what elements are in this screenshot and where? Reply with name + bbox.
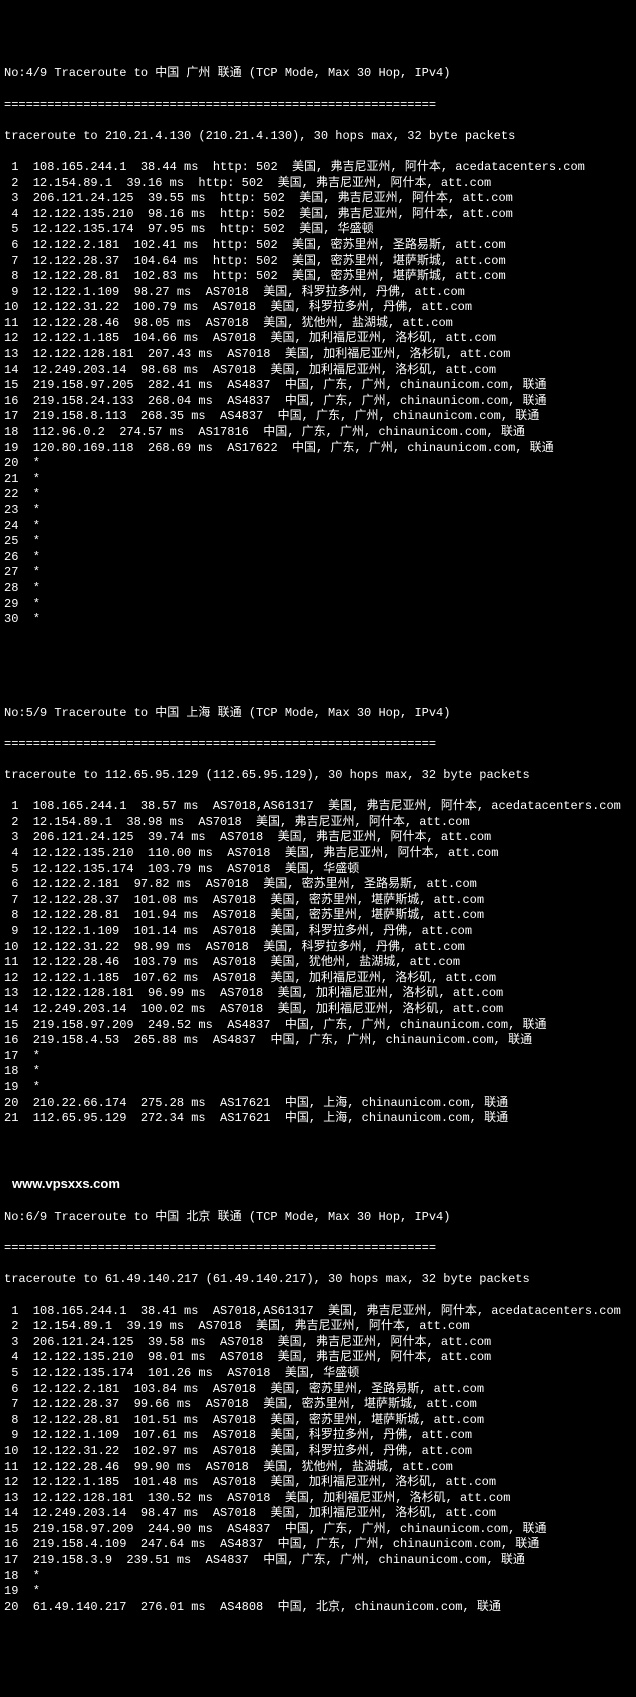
- hop-row: 4 12.122.135.210 98.16 ms http: 502 美国, …: [4, 207, 632, 223]
- block4-header: No:4/9 Traceroute to 中国 广州 联通 (TCP Mode,…: [4, 66, 632, 82]
- block5-direction: traceroute to 112.65.95.129 (112.65.95.1…: [4, 768, 632, 784]
- hop-row: 10 12.122.31.22 98.99 ms AS7018 美国, 科罗拉多…: [4, 940, 632, 956]
- hop-row: 10 12.122.31.22 102.97 ms AS7018 美国, 科罗拉…: [4, 1444, 632, 1460]
- hop-row: 12 12.122.1.185 101.48 ms AS7018 美国, 加利福…: [4, 1475, 632, 1491]
- hop-row: 21 *: [4, 472, 632, 488]
- block6-direction: traceroute to 61.49.140.217 (61.49.140.2…: [4, 1272, 632, 1288]
- hop-row: 17 219.158.8.113 268.35 ms AS4837 中国, 广东…: [4, 409, 632, 425]
- hop-row: 6 12.122.2.181 102.41 ms http: 502 美国, 密…: [4, 238, 632, 254]
- block4-direction: traceroute to 210.21.4.130 (210.21.4.130…: [4, 129, 632, 145]
- blank-line: [4, 675, 632, 691]
- hop-row: 28 *: [4, 581, 632, 597]
- hop-row: 19 *: [4, 1080, 632, 1096]
- hop-row: 1 108.165.244.1 38.57 ms AS7018,AS61317 …: [4, 799, 632, 815]
- hop-row: 25 *: [4, 534, 632, 550]
- hop-row: 9 12.122.1.109 107.61 ms AS7018 美国, 科罗拉多…: [4, 1428, 632, 1444]
- hop-row: 16 219.158.24.133 268.04 ms AS4837 中国, 广…: [4, 394, 632, 410]
- hop-row: 14 12.249.203.14 100.02 ms AS7018 美国, 加利…: [4, 1002, 632, 1018]
- hop-row: 12 12.122.1.185 104.66 ms AS7018 美国, 加利福…: [4, 331, 632, 347]
- hop-row: 22 *: [4, 487, 632, 503]
- hop-row: 18 *: [4, 1569, 632, 1585]
- hop-row: 15 219.158.97.209 249.52 ms AS4837 中国, 广…: [4, 1018, 632, 1034]
- block5-separator: ========================================…: [4, 737, 632, 753]
- hop-row: 23 *: [4, 503, 632, 519]
- hop-row: 29 *: [4, 597, 632, 613]
- hop-row: 4 12.122.135.210 110.00 ms AS7018 美国, 弗吉…: [4, 846, 632, 862]
- blank-line: [4, 1142, 632, 1158]
- block6-hops: 1 108.165.244.1 38.41 ms AS7018,AS61317 …: [4, 1304, 632, 1616]
- hop-row: 2 12.154.89.1 39.16 ms http: 502 美国, 弗吉尼…: [4, 176, 632, 192]
- hop-row: 1 108.165.244.1 38.44 ms http: 502 美国, 弗…: [4, 160, 632, 176]
- hop-row: 30 *: [4, 612, 632, 628]
- hop-row: 2 12.154.89.1 39.19 ms AS7018 美国, 弗吉尼亚州,…: [4, 1319, 632, 1335]
- hop-row: 21 112.65.95.129 272.34 ms AS17621 中国, 上…: [4, 1111, 632, 1127]
- hop-row: 26 *: [4, 550, 632, 566]
- hop-row: 8 12.122.28.81 101.51 ms AS7018 美国, 密苏里州…: [4, 1413, 632, 1429]
- terminal-output[interactable]: No:4/9 Traceroute to 中国 广州 联通 (TCP Mode,…: [4, 51, 632, 1631]
- hop-row: 5 12.122.135.174 103.79 ms AS7018 美国, 华盛…: [4, 862, 632, 878]
- hop-row: 9 12.122.1.109 101.14 ms AS7018 美国, 科罗拉多…: [4, 924, 632, 940]
- hop-row: 4 12.122.135.210 98.01 ms AS7018 美国, 弗吉尼…: [4, 1350, 632, 1366]
- hop-row: 9 12.122.1.109 98.27 ms AS7018 美国, 科罗拉多州…: [4, 285, 632, 301]
- hop-row: 3 206.121.24.125 39.74 ms AS7018 美国, 弗吉尼…: [4, 830, 632, 846]
- hop-row: 7 12.122.28.37 104.64 ms http: 502 美国, 密…: [4, 254, 632, 270]
- blank-line: [4, 643, 632, 659]
- hop-row: 24 *: [4, 519, 632, 535]
- hop-row: 20 61.49.140.217 276.01 ms AS4808 中国, 北京…: [4, 1600, 632, 1616]
- watermark-text: www.vpsxxs.com: [4, 1174, 632, 1195]
- hop-row: 13 12.122.128.181 130.52 ms AS7018 美国, 加…: [4, 1491, 632, 1507]
- hop-row: 7 12.122.28.37 101.08 ms AS7018 美国, 密苏里州…: [4, 893, 632, 909]
- block6-separator: ========================================…: [4, 1241, 632, 1257]
- hop-row: 11 12.122.28.46 98.05 ms AS7018 美国, 犹他州,…: [4, 316, 632, 332]
- block6-header: No:6/9 Traceroute to 中国 北京 联通 (TCP Mode,…: [4, 1210, 632, 1226]
- hop-row: 18 112.96.0.2 274.57 ms AS17816 中国, 广东, …: [4, 425, 632, 441]
- hop-row: 18 *: [4, 1064, 632, 1080]
- hop-row: 20 *: [4, 456, 632, 472]
- block4-hops: 1 108.165.244.1 38.44 ms http: 502 美国, 弗…: [4, 160, 632, 628]
- hop-row: 11 12.122.28.46 99.90 ms AS7018 美国, 犹他州,…: [4, 1460, 632, 1476]
- hop-row: 5 12.122.135.174 97.95 ms http: 502 美国, …: [4, 222, 632, 238]
- hop-row: 15 219.158.97.209 244.90 ms AS4837 中国, 广…: [4, 1522, 632, 1538]
- hop-row: 14 12.249.203.14 98.47 ms AS7018 美国, 加利福…: [4, 1506, 632, 1522]
- hop-row: 3 206.121.24.125 39.58 ms AS7018 美国, 弗吉尼…: [4, 1335, 632, 1351]
- hop-row: 7 12.122.28.37 99.66 ms AS7018 美国, 密苏里州,…: [4, 1397, 632, 1413]
- hop-row: 12 12.122.1.185 107.62 ms AS7018 美国, 加利福…: [4, 971, 632, 987]
- hop-row: 15 219.158.97.205 282.41 ms AS4837 中国, 广…: [4, 378, 632, 394]
- hop-row: 27 *: [4, 565, 632, 581]
- hop-row: 6 12.122.2.181 97.82 ms AS7018 美国, 密苏里州,…: [4, 877, 632, 893]
- hop-row: 8 12.122.28.81 102.83 ms http: 502 美国, 密…: [4, 269, 632, 285]
- hop-row: 19 *: [4, 1584, 632, 1600]
- hop-row: 14 12.249.203.14 98.68 ms AS7018 美国, 加利福…: [4, 363, 632, 379]
- hop-row: 19 120.80.169.118 268.69 ms AS17622 中国, …: [4, 441, 632, 457]
- hop-row: 16 219.158.4.109 247.64 ms AS4837 中国, 广东…: [4, 1537, 632, 1553]
- block5-header: No:5/9 Traceroute to 中国 上海 联通 (TCP Mode,…: [4, 706, 632, 722]
- hop-row: 5 12.122.135.174 101.26 ms AS7018 美国, 华盛…: [4, 1366, 632, 1382]
- hop-row: 11 12.122.28.46 103.79 ms AS7018 美国, 犹他州…: [4, 955, 632, 971]
- hop-row: 17 219.158.3.9 239.51 ms AS4837 中国, 广东, …: [4, 1553, 632, 1569]
- hop-row: 3 206.121.24.125 39.55 ms http: 502 美国, …: [4, 191, 632, 207]
- hop-row: 16 219.158.4.53 265.88 ms AS4837 中国, 广东,…: [4, 1033, 632, 1049]
- block5-hops: 1 108.165.244.1 38.57 ms AS7018,AS61317 …: [4, 799, 632, 1126]
- hop-row: 17 *: [4, 1049, 632, 1065]
- hop-row: 6 12.122.2.181 103.84 ms AS7018 美国, 密苏里州…: [4, 1382, 632, 1398]
- hop-row: 2 12.154.89.1 38.98 ms AS7018 美国, 弗吉尼亚州,…: [4, 815, 632, 831]
- block4-separator: ========================================…: [4, 98, 632, 114]
- hop-row: 1 108.165.244.1 38.41 ms AS7018,AS61317 …: [4, 1304, 632, 1320]
- hop-row: 20 210.22.66.174 275.28 ms AS17621 中国, 上…: [4, 1096, 632, 1112]
- hop-row: 13 12.122.128.181 207.43 ms AS7018 美国, 加…: [4, 347, 632, 363]
- hop-row: 10 12.122.31.22 100.79 ms AS7018 美国, 科罗拉…: [4, 300, 632, 316]
- hop-row: 8 12.122.28.81 101.94 ms AS7018 美国, 密苏里州…: [4, 908, 632, 924]
- hop-row: 13 12.122.128.181 96.99 ms AS7018 美国, 加利…: [4, 986, 632, 1002]
